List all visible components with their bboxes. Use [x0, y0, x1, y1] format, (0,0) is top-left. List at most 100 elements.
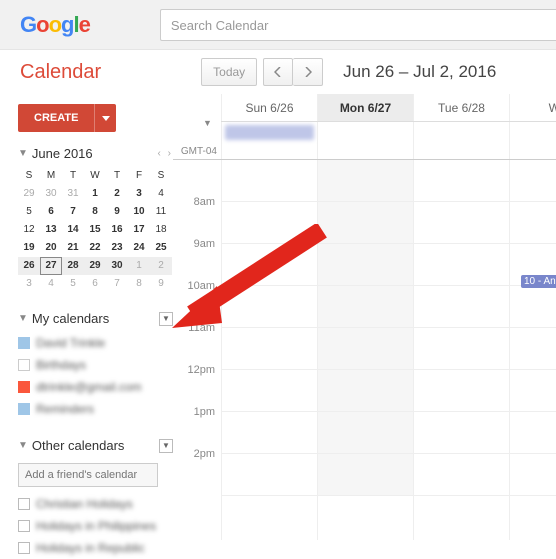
calendar-checkbox[interactable] — [18, 498, 30, 510]
mini-cal-day[interactable]: 4 — [40, 275, 62, 293]
mini-cal-day[interactable]: 3 — [18, 275, 40, 293]
allday-cell[interactable] — [221, 122, 317, 159]
mini-cal-day[interactable]: 17 — [128, 221, 150, 239]
mini-cal-day[interactable]: 12 — [18, 221, 40, 239]
day-header[interactable]: Sun 6/26 — [221, 94, 317, 121]
mini-cal-day[interactable]: 9 — [106, 203, 128, 221]
create-dropdown-button[interactable] — [94, 104, 116, 132]
calendar-name: Holidays in Republic — [36, 541, 145, 555]
calendar-list-item[interactable]: Holidays in Philippines — [18, 515, 173, 537]
day-header[interactable]: Tue 6/28 — [413, 94, 509, 121]
mini-cal-day[interactable]: 25 — [150, 239, 172, 257]
mini-cal-day[interactable]: 13 — [40, 221, 62, 239]
calendar-event[interactable]: 10 - An — [521, 275, 556, 288]
time-label: 10am — [173, 280, 221, 322]
time-label — [173, 154, 221, 196]
other-calendars-menu-button[interactable]: ▼ — [159, 439, 173, 453]
time-label: 9am — [173, 238, 221, 280]
mini-cal-day[interactable]: 28 — [62, 257, 84, 275]
mini-cal-day[interactable]: 29 — [18, 185, 40, 203]
other-calendars-title: Other calendars — [32, 438, 125, 453]
mini-cal-day[interactable]: 21 — [62, 239, 84, 257]
search-input[interactable]: Search Calendar — [160, 9, 556, 41]
mini-cal-day[interactable]: 18 — [150, 221, 172, 239]
mini-cal-day[interactable]: 23 — [106, 239, 128, 257]
mini-cal-day[interactable]: 8 — [128, 275, 150, 293]
mini-cal-day[interactable]: 20 — [40, 239, 62, 257]
mini-cal-day[interactable]: 14 — [62, 221, 84, 239]
mini-cal-day[interactable]: 16 — [106, 221, 128, 239]
allday-collapse-icon[interactable]: ▼ — [203, 118, 212, 128]
mini-cal-day[interactable]: 11 — [150, 203, 172, 221]
allday-cell[interactable] — [509, 122, 556, 159]
mini-cal-day[interactable]: 8 — [84, 203, 106, 221]
mini-cal-day[interactable]: 2 — [150, 257, 172, 275]
calendar-checkbox[interactable] — [18, 542, 30, 554]
calendar-list-item[interactable]: Holidays in Republic — [18, 537, 173, 559]
mini-cal-day[interactable]: 27 — [40, 257, 62, 275]
calendar-checkbox[interactable] — [18, 520, 30, 532]
calendar-list-item[interactable]: David Trinkle — [18, 332, 173, 354]
mini-cal-day[interactable]: 15 — [84, 221, 106, 239]
calendar-list-item[interactable]: dtrinkle@gmail.com — [18, 376, 173, 398]
mini-cal-day[interactable]: 26 — [18, 257, 40, 275]
calendar-name: David Trinkle — [36, 336, 105, 350]
mini-cal-collapse-icon[interactable]: ▼ — [18, 148, 28, 159]
allday-cell[interactable] — [413, 122, 509, 159]
calendar-name: Reminders — [36, 402, 94, 416]
time-label: 8am — [173, 196, 221, 238]
mini-cal-day[interactable]: 7 — [62, 203, 84, 221]
mini-cal-day[interactable]: 1 — [128, 257, 150, 275]
mini-cal-next-button[interactable]: › — [168, 148, 171, 159]
day-column[interactable] — [509, 160, 556, 540]
mini-cal-dow: M — [40, 167, 62, 185]
next-week-button[interactable] — [293, 58, 323, 86]
my-calendars-menu-button[interactable]: ▼ — [159, 312, 173, 326]
calendar-list-item[interactable]: Christian Holidays — [18, 493, 173, 515]
mini-cal-day[interactable]: 6 — [40, 203, 62, 221]
my-calendars-collapse-icon[interactable]: ▼ — [18, 313, 28, 324]
allday-event[interactable] — [225, 125, 314, 140]
mini-cal-day[interactable]: 7 — [106, 275, 128, 293]
mini-cal-day[interactable]: 5 — [62, 275, 84, 293]
day-column[interactable] — [413, 160, 509, 540]
mini-cal-day[interactable]: 31 — [62, 185, 84, 203]
allday-cell[interactable] — [317, 122, 413, 159]
mini-cal-day[interactable]: 22 — [84, 239, 106, 257]
create-button[interactable]: CREATE — [18, 104, 94, 132]
mini-cal-day[interactable]: 30 — [106, 257, 128, 275]
mini-cal-day[interactable]: 6 — [84, 275, 106, 293]
prev-week-button[interactable] — [263, 58, 293, 86]
mini-cal-dow: S — [150, 167, 172, 185]
mini-cal-day[interactable]: 9 — [150, 275, 172, 293]
time-label: 11am — [173, 322, 221, 364]
mini-cal-day[interactable]: 3 — [128, 185, 150, 203]
mini-cal-day[interactable]: 2 — [106, 185, 128, 203]
time-label: 12pm — [173, 364, 221, 406]
add-friend-input[interactable] — [18, 463, 158, 487]
mini-cal-dow: S — [18, 167, 40, 185]
today-button[interactable]: Today — [201, 58, 257, 86]
mini-cal-day[interactable]: 4 — [150, 185, 172, 203]
day-column[interactable] — [317, 160, 413, 540]
other-calendars-collapse-icon[interactable]: ▼ — [18, 440, 28, 451]
date-range: Jun 26 – Jul 2, 2016 — [343, 62, 496, 82]
mini-cal-day[interactable]: 5 — [18, 203, 40, 221]
calendar-name: Christian Holidays — [36, 497, 133, 511]
time-label: 1pm — [173, 406, 221, 448]
calendar-list-item[interactable]: Birthdays — [18, 354, 173, 376]
mini-cal-day[interactable]: 1 — [84, 185, 106, 203]
day-header[interactable]: Mon 6/27 — [317, 94, 413, 121]
mini-cal-day[interactable]: 29 — [84, 257, 106, 275]
calendar-name: Holidays in Philippines — [36, 519, 156, 533]
day-header[interactable]: We — [509, 94, 556, 121]
mini-cal-day[interactable]: 24 — [128, 239, 150, 257]
day-column[interactable] — [221, 160, 317, 540]
mini-calendar: SMTWTFS293031123456789101112131415161718… — [18, 167, 173, 293]
mini-cal-day[interactable]: 30 — [40, 185, 62, 203]
calendar-name: Birthdays — [36, 358, 86, 372]
mini-cal-day[interactable]: 19 — [18, 239, 40, 257]
mini-cal-prev-button[interactable]: ‹ — [158, 148, 161, 159]
mini-cal-day[interactable]: 10 — [128, 203, 150, 221]
calendar-list-item[interactable]: Reminders — [18, 398, 173, 420]
